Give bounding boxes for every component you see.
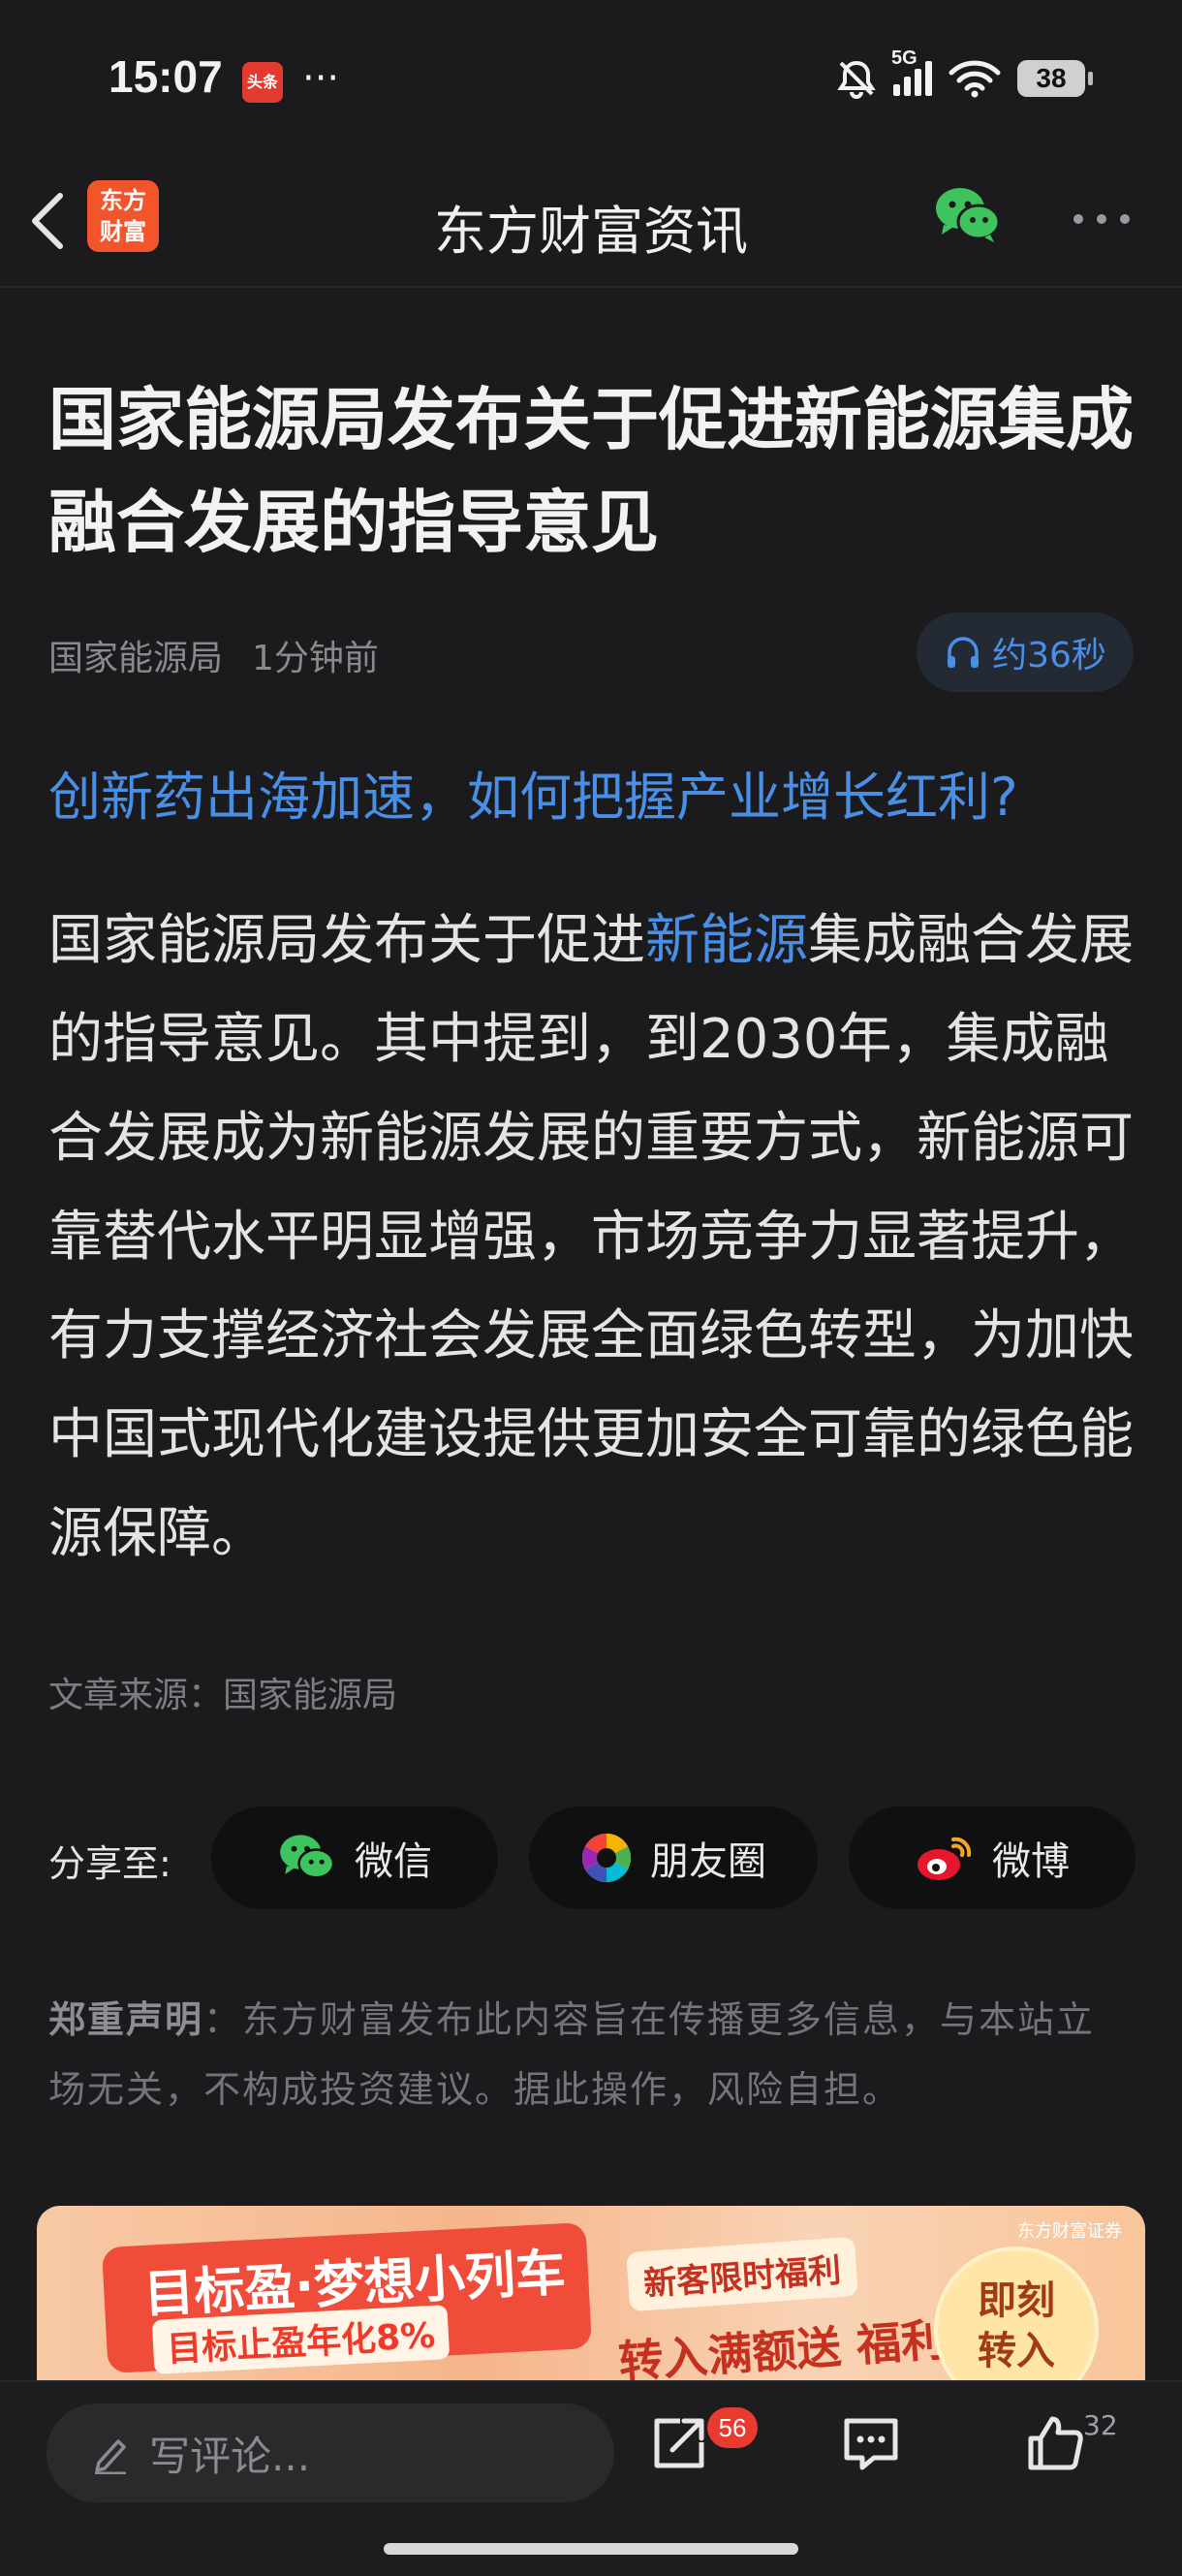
share-out-icon[interactable] [647,2411,711,2475]
listen-audio-button[interactable]: 约36秒 [917,613,1134,692]
pencil-icon [95,2439,126,2474]
article-source-line: 文章来源：国家能源局 [48,1676,398,1715]
share-wechat-label: 微信 [355,1839,432,1884]
banner-cta-line1: 即刻 [978,2278,1055,2323]
promo-banner[interactable]: 目标盈·梦想小列车 目标止盈年化8% 新客限时福利 转入满额送 福利券 即刻 转… [37,2206,1145,2380]
disclaimer-title: 郑重声明 [48,1998,204,2041]
disclaimer: 郑重声明：东方财富发布此内容旨在传播更多信息，与本站立场无关，不构成投资建议。据… [48,1985,1134,2124]
disclaimer-text: ：东方财富发布此内容旨在传播更多信息，与本站立场无关，不构成投资建议。据此操作，… [48,1998,1096,2111]
share-label: 分享至: [48,1842,171,1885]
bottom-action-bar: 写评论... 56 32 [0,2380,1182,2576]
thumbs-up-icon[interactable] [1023,2411,1087,2475]
top-navbar: 东方 财富 东方财富资讯 [0,155,1182,288]
wifi-icon [949,60,1001,98]
page-title: 东方财富资讯 [434,201,748,262]
toutiao-app-icon: 头条 [242,62,283,103]
share-count-badge: 56 [707,2407,758,2448]
share-weibo-label: 微博 [992,1839,1070,1884]
status-icons: 5G 38 [835,47,1093,103]
status-time: 15:07 [109,51,223,102]
article-time: 1分钟前 [252,639,379,678]
audio-duration: 约36秒 [992,636,1106,675]
moments-aperture-icon [581,1833,632,1883]
headphones-icon [948,637,980,668]
weibo-icon [918,1837,972,1880]
banner-tag: 新客限时福利 [626,2236,858,2312]
status-more-icon: ··· [302,56,340,101]
more-options-icon[interactable] [1071,209,1133,229]
wechat-share-icon[interactable] [934,184,1002,246]
article-meta: 国家能源局 1分钟前 [48,630,408,680]
body-text-2: 集成融合发展的指导意见。其中提到，到2030年，集成融合发展成为新能源发展的重要… [48,909,1134,1565]
status-bar: 15:07 头条 ··· 5G 38 [0,0,1182,155]
share-moments-label: 朋友圈 [650,1839,766,1884]
body-text-1: 国家能源局发布关于促进 [48,909,645,972]
signal-icon: 5G [891,47,932,96]
network-label: 5G [891,47,918,69]
share-wechat-button[interactable]: 微信 [211,1806,498,1909]
banner-cta-button[interactable]: 即刻 转入 [934,2246,1099,2380]
share-weibo-button[interactable]: 微博 [849,1806,1135,1909]
like-count: 32 [1083,2409,1118,2441]
banner-cta-line2: 转入 [978,2329,1055,2373]
banner-subtitle-prefix: 目标止盈年化 [166,2318,378,2371]
banner-brand: 东方财富证券 [1017,2221,1122,2242]
share-moments-button[interactable]: 朋友圈 [529,1806,818,1909]
banner-rate: 8% [375,2315,437,2359]
comment-placeholder: 写评论... [149,2432,311,2480]
wechat-icon [280,1835,335,1879]
comment-input[interactable]: 写评论... [47,2403,614,2502]
related-article-link[interactable]: 创新药出海加速，如何把握产业增长红利? [48,754,1018,831]
mute-bell-icon [837,60,876,99]
article-headline: 国家能源局发布关于促进新能源集成融合发展的指导意见 [48,380,1134,562]
home-indicator[interactable] [384,2543,798,2555]
article-source: 国家能源局 [48,639,224,678]
article-body: 国家能源局发布关于促进新能源集成融合发展的指导意见。其中提到，到2030年，集成… [48,892,1134,1584]
keyword-link[interactable]: 新能源 [645,909,808,972]
comment-bubble-icon[interactable] [839,2411,903,2475]
battery-indicator: 38 [1017,60,1093,97]
